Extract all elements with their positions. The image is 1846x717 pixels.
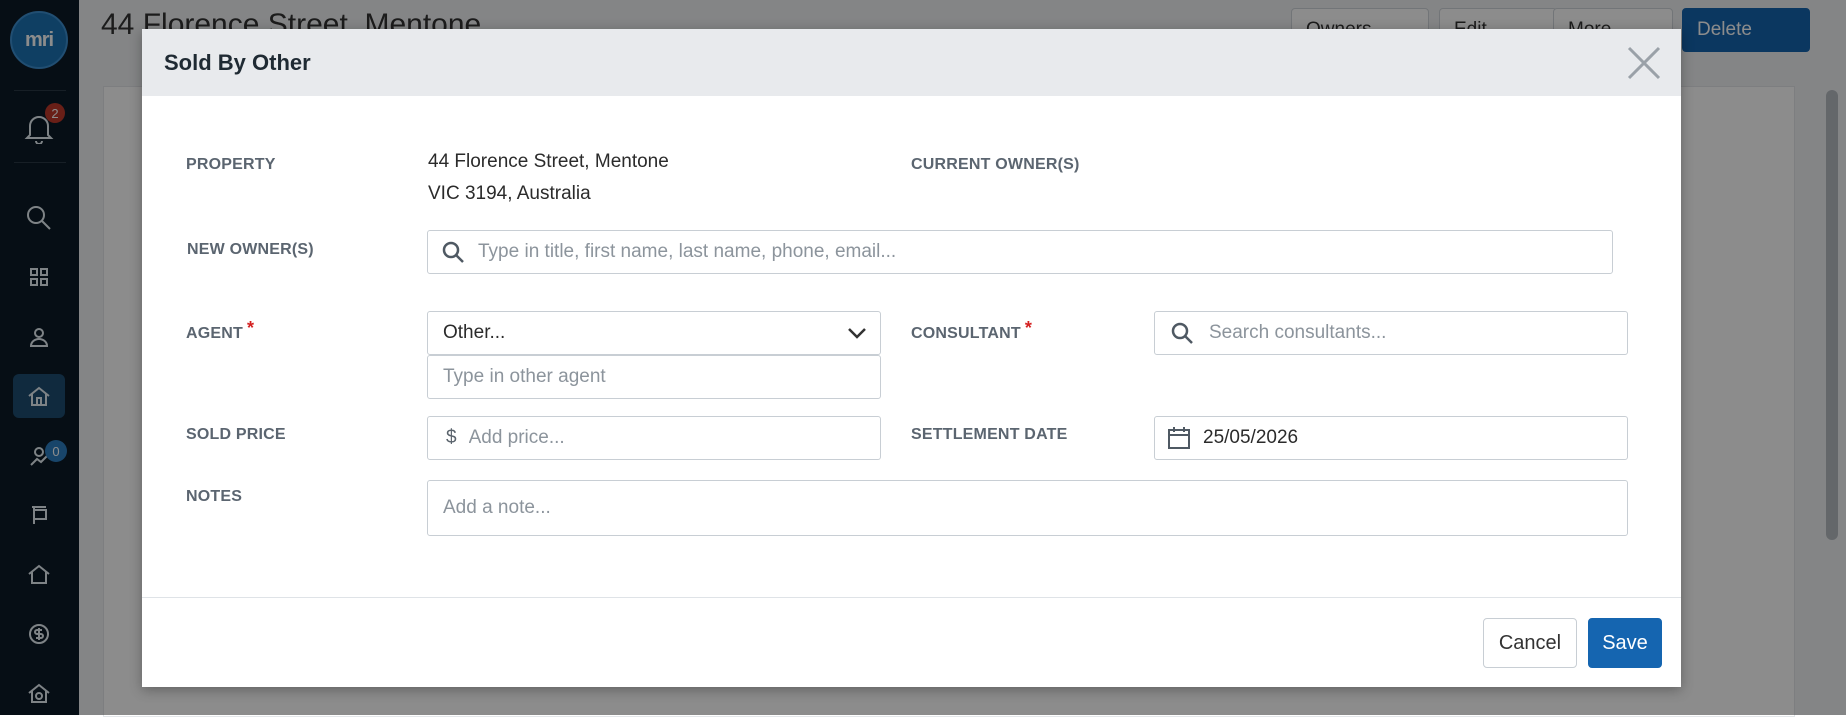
- required-asterisk: *: [247, 318, 255, 338]
- required-asterisk: *: [1024, 318, 1033, 338]
- property-label: PROPERTY: [186, 156, 276, 173]
- settlement-date-label: SETTLEMENT DATE: [911, 426, 1068, 443]
- search-icon: [428, 240, 478, 264]
- footer-divider: [142, 597, 1681, 598]
- consultant-search-field[interactable]: [1154, 311, 1628, 355]
- dialog-header: Sold By Other: [142, 29, 1681, 96]
- new-owners-label: NEW OWNER(S): [187, 241, 314, 258]
- sold-price-label: SOLD PRICE: [186, 426, 286, 443]
- chevron-down-icon: [834, 327, 880, 339]
- consultant-label: CONSULTANT *: [911, 318, 1033, 342]
- sold-price-input[interactable]: [468, 417, 880, 459]
- save-button[interactable]: Save: [1588, 618, 1662, 668]
- property-address-line2: VIC 3194, Australia: [428, 183, 591, 204]
- sold-price-field[interactable]: $: [427, 416, 881, 460]
- agent-select[interactable]: Other...: [427, 311, 881, 355]
- notes-field[interactable]: [427, 480, 1628, 536]
- close-icon[interactable]: [1625, 44, 1663, 82]
- calendar-icon[interactable]: [1155, 426, 1203, 450]
- new-owners-input[interactable]: [478, 231, 1612, 273]
- cancel-button[interactable]: Cancel: [1483, 618, 1577, 668]
- settlement-date-field[interactable]: 25/05/2026: [1154, 416, 1628, 460]
- notes-input[interactable]: [443, 481, 1627, 535]
- new-owners-search-field[interactable]: [427, 230, 1613, 274]
- agent-label: AGENT *: [186, 318, 255, 342]
- search-icon: [1155, 321, 1209, 345]
- current-owners-label: CURRENT OWNER(S): [911, 156, 1080, 173]
- property-address-line1: 44 Florence Street, Mentone: [428, 151, 669, 172]
- sold-by-other-dialog: Sold By Other PROPERTY 44 Florence Stree…: [142, 29, 1681, 687]
- agent-selected-value: Other...: [443, 322, 506, 343]
- dialog-title: Sold By Other: [164, 49, 311, 75]
- other-agent-input[interactable]: [443, 356, 880, 398]
- currency-symbol: $: [446, 427, 457, 448]
- other-agent-field[interactable]: [427, 355, 881, 399]
- settlement-date-value: 25/05/2026: [1203, 427, 1299, 448]
- consultant-input[interactable]: [1209, 312, 1627, 354]
- notes-label: NOTES: [186, 488, 243, 505]
